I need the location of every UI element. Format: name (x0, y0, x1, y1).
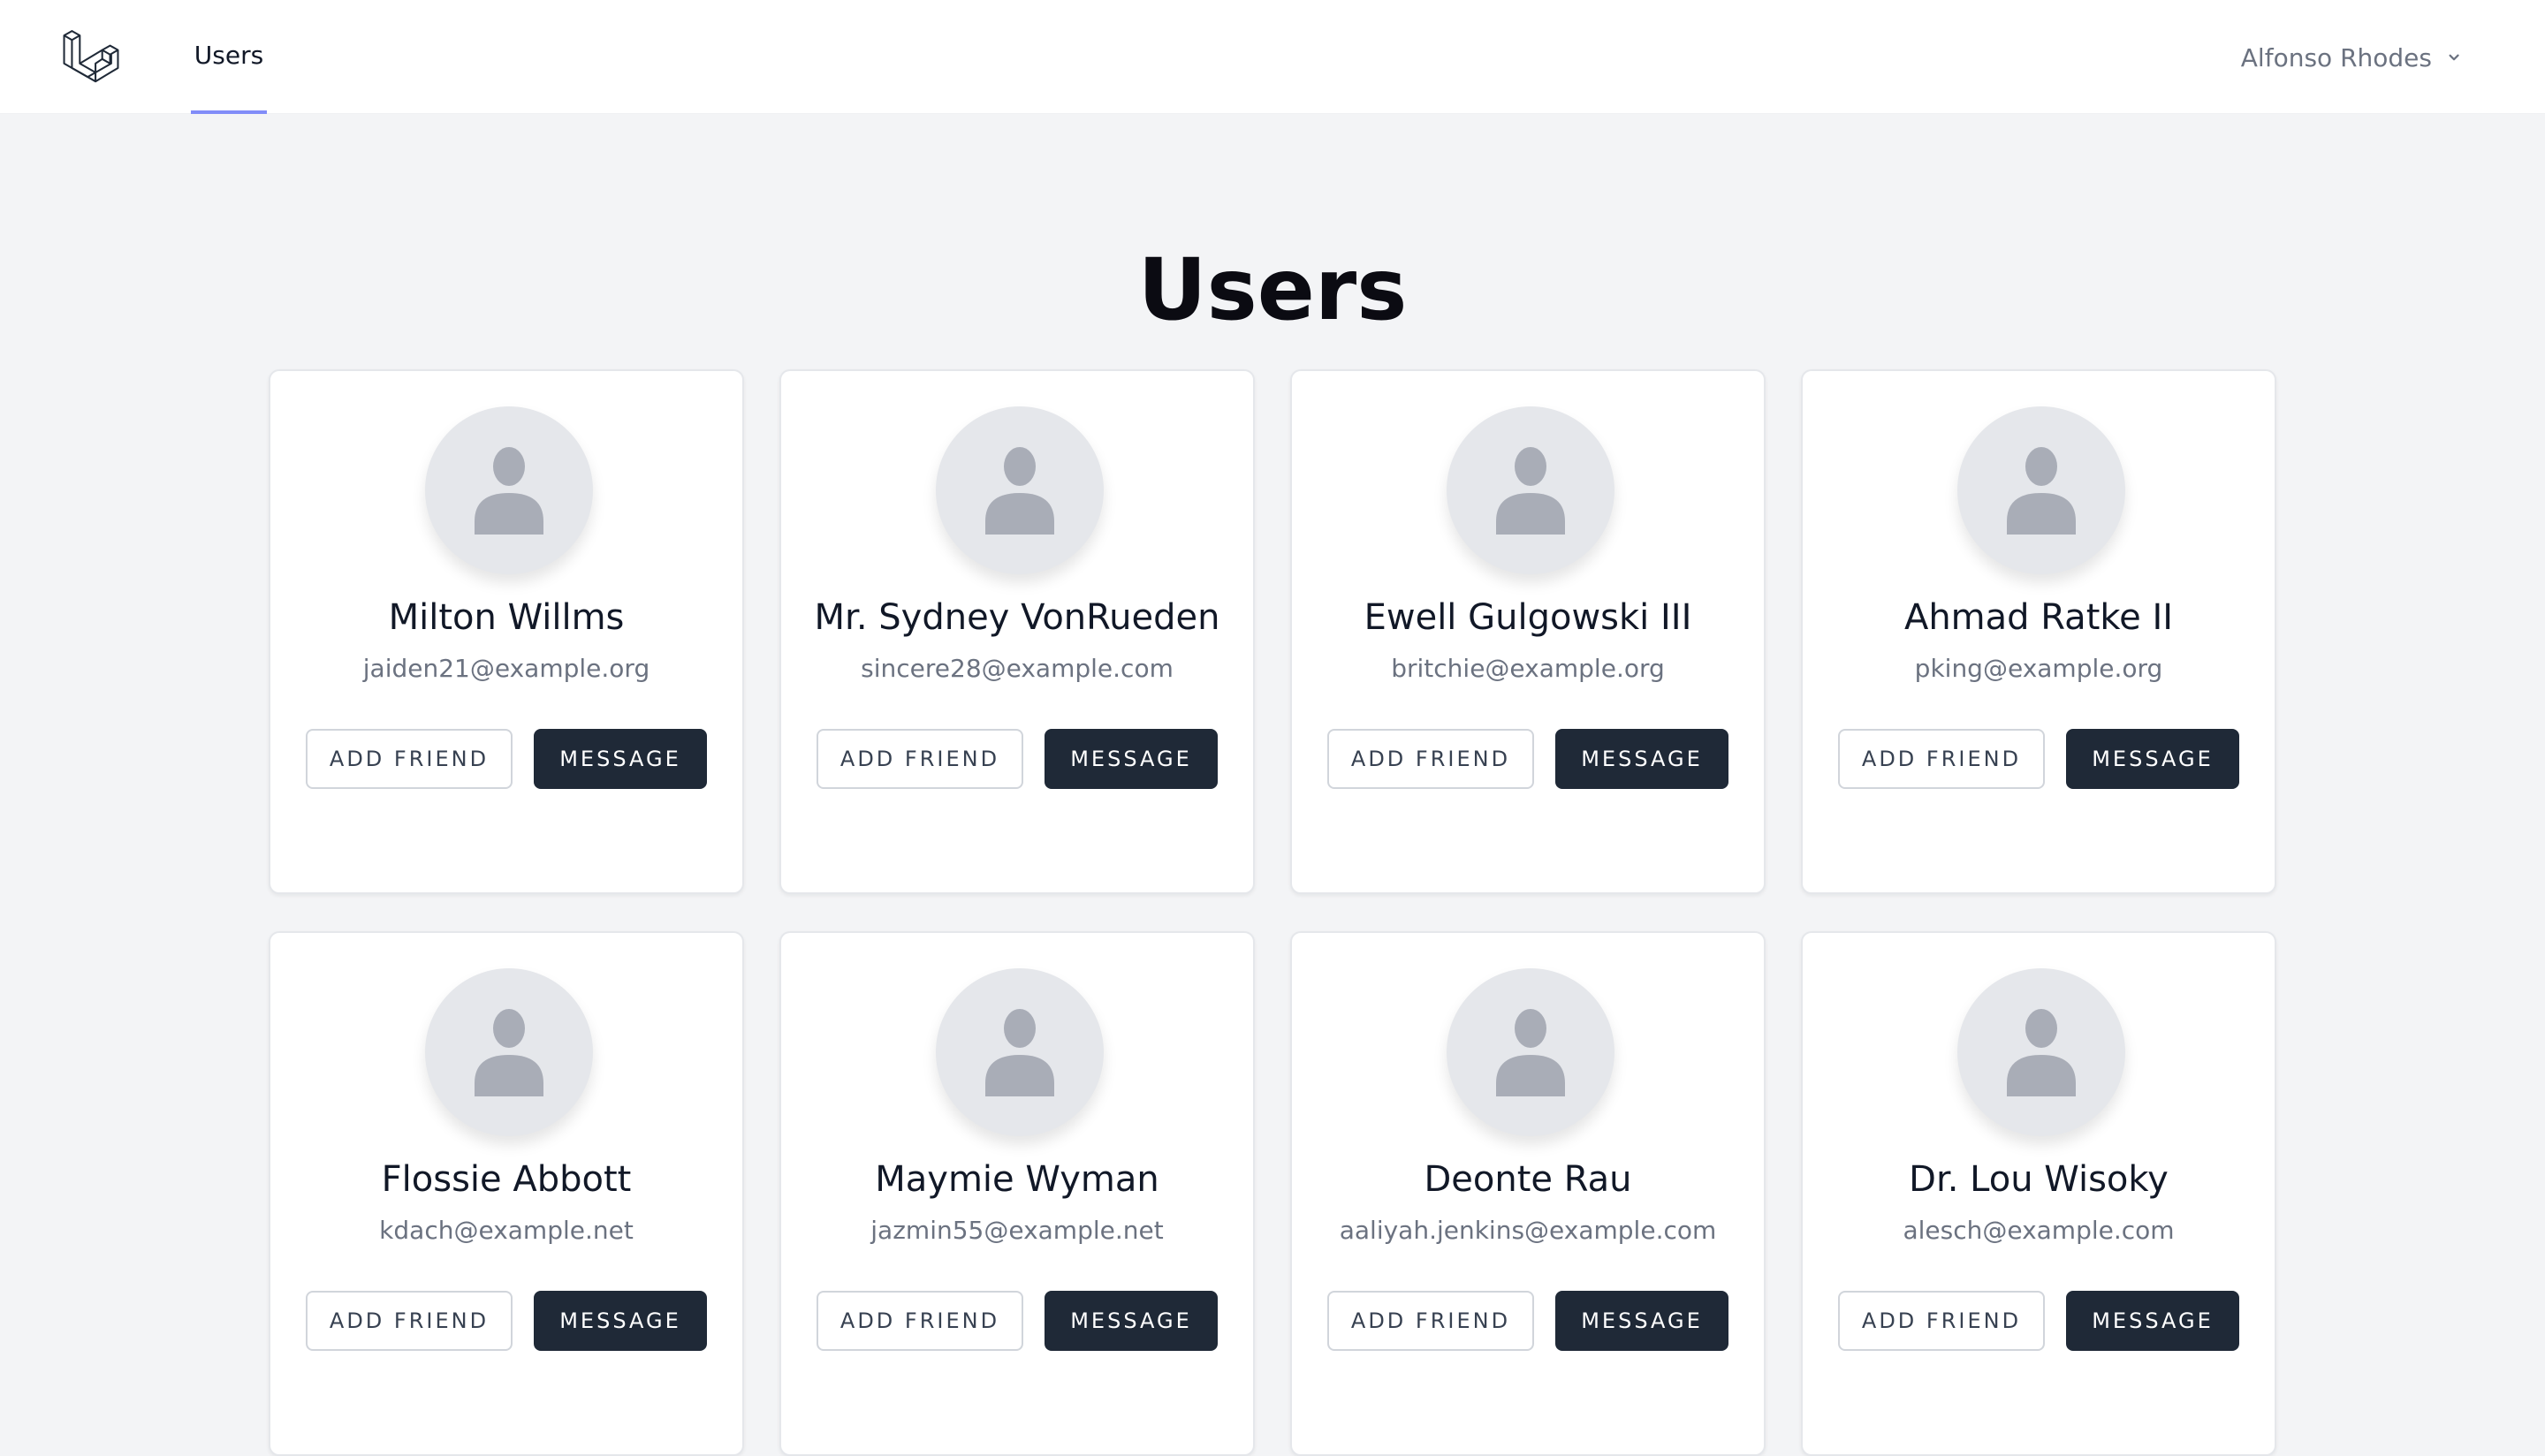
user-menu-name: Alfonso Rhodes (2240, 42, 2432, 72)
user-placeholder-icon (985, 1009, 1054, 1096)
message-button[interactable]: MESSAGE (534, 1291, 707, 1351)
add-friend-button[interactable]: ADD FRIEND (1327, 729, 1534, 789)
user-placeholder-icon (1496, 1009, 1565, 1096)
user-name: Maymie Wyman (875, 1159, 1159, 1200)
user-name: Ahmad Ratke II (1903, 597, 2174, 638)
user-name: Mr. Sydney VonRueden (814, 597, 1220, 638)
user-name: Milton Willms (388, 597, 625, 638)
message-button[interactable]: MESSAGE (1045, 1291, 1218, 1351)
page-title: Users (1137, 240, 1408, 339)
chevron-down-icon (2449, 54, 2459, 61)
user-card: Milton Willms jaiden21@example.org ADD F… (269, 369, 744, 894)
user-card: Ahmad Ratke II pking@example.org ADD FRI… (1801, 369, 2276, 894)
avatar (936, 406, 1104, 574)
user-email: kdach@example.net (379, 1216, 634, 1245)
user-email: jazmin55@example.net (870, 1216, 1164, 1245)
user-card: Maymie Wyman jazmin55@example.net ADD FR… (779, 931, 1255, 1456)
user-placeholder-icon (2007, 447, 2076, 535)
message-button[interactable]: MESSAGE (1555, 1291, 1728, 1351)
avatar (936, 968, 1104, 1136)
laravel-logo-icon[interactable] (62, 27, 120, 85)
avatar (425, 406, 593, 574)
user-grid: Milton Willms jaiden21@example.org ADD F… (269, 369, 2278, 1456)
user-card: Flossie Abbott kdach@example.net ADD FRI… (269, 931, 744, 1456)
message-button[interactable]: MESSAGE (534, 729, 707, 789)
user-name: Deonte Rau (1424, 1159, 1632, 1200)
message-button[interactable]: MESSAGE (2066, 729, 2239, 789)
user-card: Ewell Gulgowski III britchie@example.org… (1290, 369, 1766, 894)
message-button[interactable]: MESSAGE (2066, 1291, 2239, 1351)
avatar (1957, 406, 2125, 574)
add-friend-button[interactable]: ADD FRIEND (1327, 1291, 1534, 1351)
message-button[interactable]: MESSAGE (1555, 729, 1728, 789)
avatar (425, 968, 593, 1136)
add-friend-button[interactable]: ADD FRIEND (1838, 1291, 2045, 1351)
add-friend-button[interactable]: ADD FRIEND (817, 729, 1023, 789)
user-placeholder-icon (475, 447, 543, 535)
add-friend-button[interactable]: ADD FRIEND (306, 1291, 513, 1351)
user-placeholder-icon (475, 1009, 543, 1096)
user-email: aaliyah.jenkins@example.com (1339, 1216, 1717, 1245)
user-email: pking@example.org (1914, 654, 2163, 683)
user-name: Flossie Abbott (381, 1159, 632, 1200)
top-navigation: Users Alfonso Rhodes (0, 0, 2545, 114)
add-friend-button[interactable]: ADD FRIEND (817, 1291, 1023, 1351)
user-placeholder-icon (985, 447, 1054, 535)
nav-link-users[interactable]: Users (191, 0, 267, 114)
avatar (1447, 406, 1614, 574)
avatar (1447, 968, 1614, 1136)
user-card: Mr. Sydney VonRueden sincere28@example.c… (779, 369, 1255, 894)
user-name: Ewell Gulgowski III (1364, 597, 1692, 638)
user-email: britchie@example.org (1391, 654, 1665, 683)
user-menu[interactable]: Alfonso Rhodes (2241, 35, 2464, 80)
add-friend-button[interactable]: ADD FRIEND (306, 729, 513, 789)
user-email: jaiden21@example.org (362, 654, 650, 683)
user-email: sincere28@example.com (861, 654, 1174, 683)
user-card: Dr. Lou Wisoky alesch@example.com ADD FR… (1801, 931, 2276, 1456)
avatar (1957, 968, 2125, 1136)
user-placeholder-icon (1496, 447, 1565, 535)
user-email: alesch@example.com (1903, 1216, 2175, 1245)
add-friend-button[interactable]: ADD FRIEND (1838, 729, 2045, 789)
user-placeholder-icon (2007, 1009, 2076, 1096)
user-card: Deonte Rau aaliyah.jenkins@example.com A… (1290, 931, 1766, 1456)
user-name: Dr. Lou Wisoky (1909, 1159, 2169, 1200)
message-button[interactable]: MESSAGE (1045, 729, 1218, 789)
